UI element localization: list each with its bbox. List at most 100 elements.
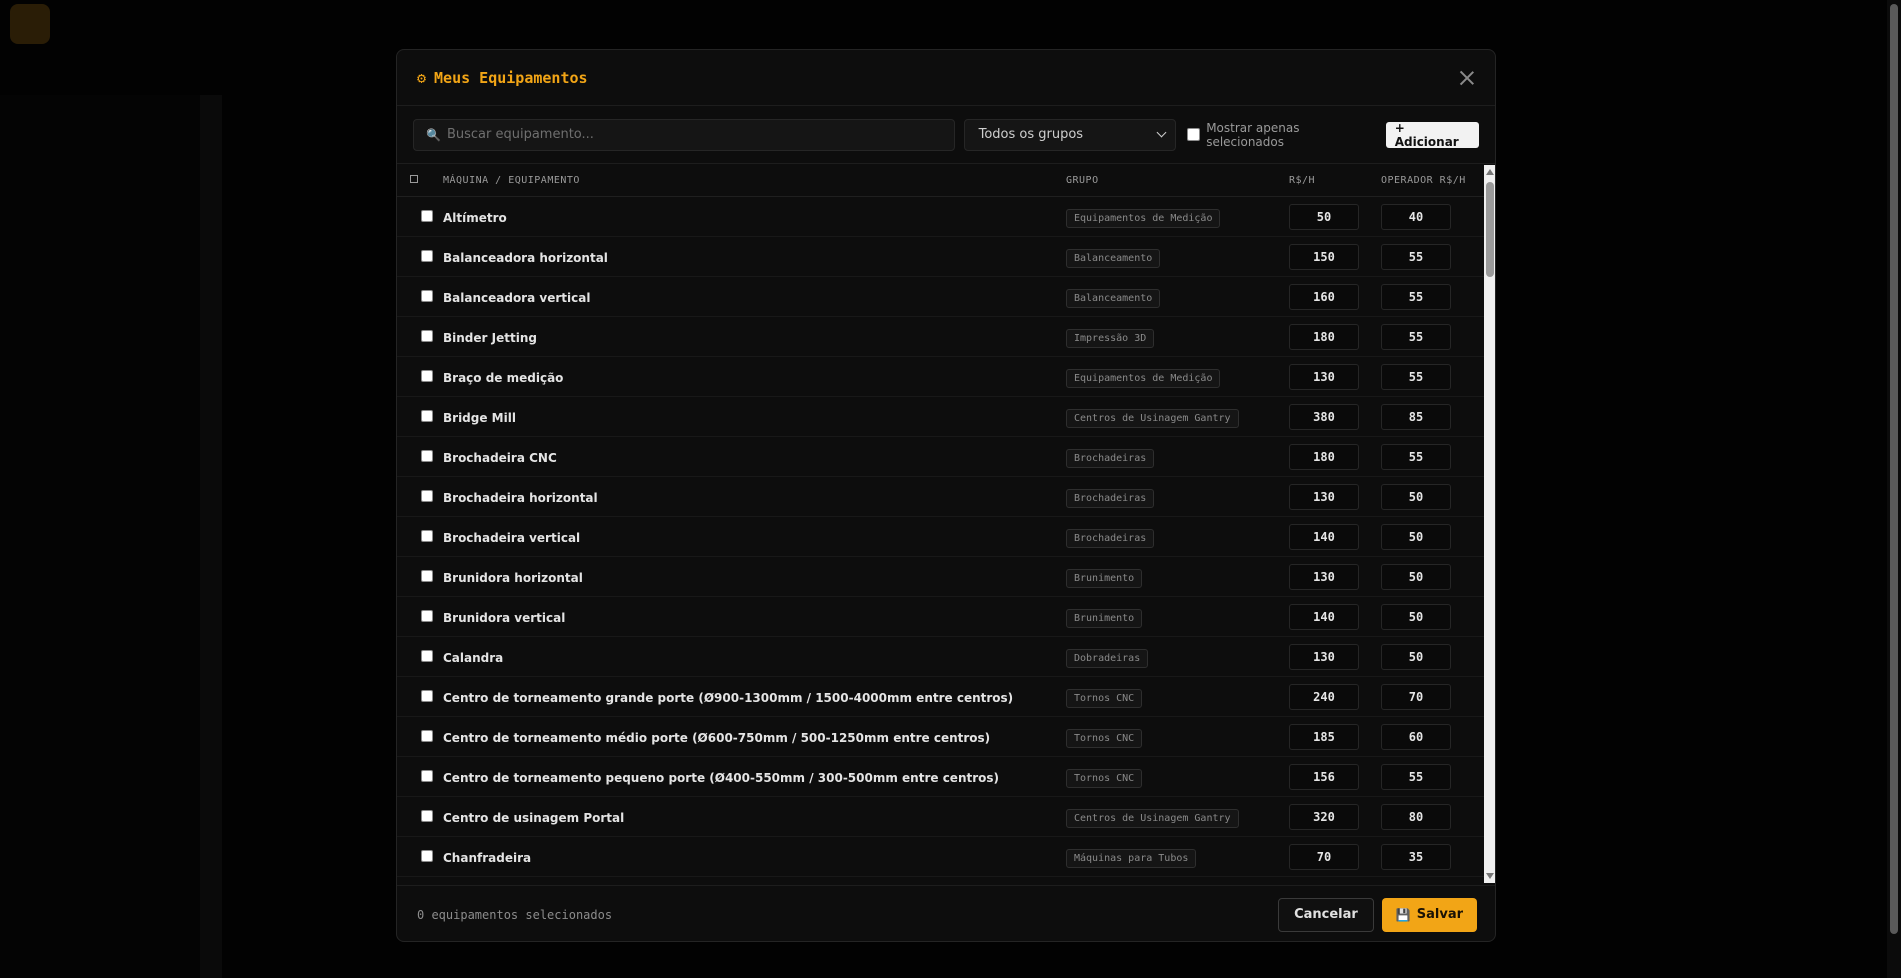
- cancel-button[interactable]: Cancelar: [1278, 897, 1374, 932]
- column-header-group[interactable]: GRUPO: [1066, 175, 1289, 186]
- row-checkbox[interactable]: [421, 250, 433, 262]
- row-checkbox[interactable]: [421, 810, 433, 822]
- operator-rate-input[interactable]: 60: [1381, 723, 1451, 750]
- operator-rate-input[interactable]: 55: [1381, 763, 1451, 790]
- rate-input[interactable]: 50: [1289, 203, 1359, 230]
- group-badge: Brunimento: [1066, 608, 1143, 628]
- rate-input[interactable]: 130: [1289, 363, 1359, 390]
- show-selected-toggle[interactable]: Mostrar apenas selecionados: [1187, 121, 1374, 149]
- table-row[interactable]: Altímetro Equipamentos de Medição 50 40: [397, 197, 1484, 237]
- table-row[interactable]: Brochadeira horizontal Brochadeiras 130 50: [397, 477, 1484, 517]
- row-operator-cell: 50: [1381, 563, 1481, 590]
- save-button[interactable]: 💾 Salvar: [1381, 897, 1477, 932]
- scroll-down-icon[interactable]: [1486, 873, 1494, 879]
- table-row[interactable]: Chanfradeira Máquinas para Tubos 70 35: [397, 837, 1484, 877]
- row-group-cell: Equipamentos de Medição: [1066, 206, 1289, 228]
- rate-input[interactable]: 180: [1289, 443, 1359, 470]
- page-scrollbar-thumb[interactable]: [1890, 4, 1898, 934]
- row-rate-cell: 130: [1289, 643, 1381, 670]
- row-checkbox[interactable]: [421, 850, 433, 862]
- rate-input[interactable]: 70: [1289, 843, 1359, 870]
- table-row[interactable]: Centro de torneamento pequeno porte (Ø40…: [397, 757, 1484, 797]
- group-filter-select[interactable]: Todos os grupos: [963, 118, 1177, 151]
- table-row[interactable]: Centro de usinagem Portal Centros de Usin…: [397, 797, 1484, 837]
- table-row[interactable]: Centro de torneamento médio porte (Ø600-…: [397, 717, 1484, 757]
- operator-rate-input[interactable]: 80: [1381, 803, 1451, 830]
- rate-input[interactable]: 130: [1289, 483, 1359, 510]
- row-checkbox[interactable]: [421, 410, 433, 422]
- row-name-cell: Balanceadora horizontal: [443, 247, 1066, 266]
- rate-input[interactable]: 130: [1289, 563, 1359, 590]
- row-group-cell: Brunimento: [1066, 566, 1289, 588]
- rate-input[interactable]: 156: [1289, 763, 1359, 790]
- group-badge: Centros de Usinagem Gantry: [1066, 408, 1239, 428]
- column-header-name[interactable]: MÁQUINA / EQUIPAMENTO: [443, 175, 1066, 186]
- operator-rate-input[interactable]: 55: [1381, 323, 1451, 350]
- table-row[interactable]: Bridge Mill Centros de Usinagem Gantry 380…: [397, 397, 1484, 437]
- operator-rate-input[interactable]: 55: [1381, 363, 1451, 390]
- row-checkbox[interactable]: [421, 770, 433, 782]
- table-row[interactable]: Brochadeira vertical Brochadeiras 140 50: [397, 517, 1484, 557]
- operator-rate-input[interactable]: 50: [1381, 643, 1451, 670]
- row-name-cell: Braço de medição: [443, 367, 1066, 386]
- table-scrollbar[interactable]: [1484, 165, 1495, 883]
- row-checkbox[interactable]: [421, 610, 433, 622]
- operator-rate-input[interactable]: 50: [1381, 603, 1451, 630]
- rate-input[interactable]: 160: [1289, 283, 1359, 310]
- rate-input[interactable]: 380: [1289, 403, 1359, 430]
- rate-input[interactable]: 180: [1289, 323, 1359, 350]
- row-checkbox[interactable]: [421, 730, 433, 742]
- rate-input[interactable]: 150: [1289, 243, 1359, 270]
- row-group-cell: Balanceamento: [1066, 246, 1289, 268]
- column-header-rate[interactable]: R$/H: [1289, 175, 1381, 186]
- table-row[interactable]: Braço de medição Equipamentos de Medição 1…: [397, 357, 1484, 397]
- table-row[interactable]: Brochadeira CNC Brochadeiras 180 55: [397, 437, 1484, 477]
- table-row[interactable]: Calandra Dobradeiras 130 50: [397, 637, 1484, 677]
- row-checkbox[interactable]: [421, 290, 433, 302]
- select-all-checkbox[interactable]: [410, 175, 418, 183]
- rate-input[interactable]: 240: [1289, 683, 1359, 710]
- operator-rate-input[interactable]: 55: [1381, 443, 1451, 470]
- operator-rate-input[interactable]: 50: [1381, 483, 1451, 510]
- scroll-up-icon[interactable]: [1486, 169, 1494, 175]
- table-row[interactable]: Balanceadora horizontal Balanceamento 150 5…: [397, 237, 1484, 277]
- table-row[interactable]: Brunidora horizontal Brunimento 130 50: [397, 557, 1484, 597]
- rate-input[interactable]: 140: [1289, 523, 1359, 550]
- table-scrollbar-thumb[interactable]: [1486, 182, 1494, 277]
- row-rate-cell: 130: [1289, 563, 1381, 590]
- rate-input[interactable]: 185: [1289, 723, 1359, 750]
- add-button[interactable]: + Adicionar: [1385, 121, 1479, 149]
- rate-input[interactable]: 320: [1289, 803, 1359, 830]
- page-scrollbar[interactable]: [1887, 0, 1901, 978]
- operator-rate-input[interactable]: 70: [1381, 683, 1451, 710]
- table-row[interactable]: Binder Jetting Impressão 3D 180 55: [397, 317, 1484, 357]
- row-name-cell: Centro de usinagem Portal: [443, 807, 1066, 826]
- row-checkbox[interactable]: [421, 450, 433, 462]
- operator-rate-input[interactable]: 55: [1381, 243, 1451, 270]
- show-selected-checkbox[interactable]: [1187, 128, 1201, 141]
- rate-input[interactable]: 140: [1289, 603, 1359, 630]
- operator-rate-input[interactable]: 35: [1381, 843, 1451, 870]
- row-checkbox[interactable]: [421, 690, 433, 702]
- group-badge: Equipamentos de Medição: [1066, 208, 1221, 228]
- operator-rate-input[interactable]: 55: [1381, 283, 1451, 310]
- operator-rate-input[interactable]: 50: [1381, 523, 1451, 550]
- rate-input[interactable]: 130: [1289, 643, 1359, 670]
- row-checkbox[interactable]: [421, 330, 433, 342]
- table-row[interactable]: Centro de torneamento grande porte (Ø900…: [397, 677, 1484, 717]
- operator-rate-input[interactable]: 40: [1381, 203, 1451, 230]
- table-row[interactable]: Balanceadora vertical Balanceamento 160 55: [397, 277, 1484, 317]
- row-checkbox[interactable]: [421, 210, 433, 222]
- table-row[interactable]: Brunidora vertical Brunimento 140 50: [397, 597, 1484, 637]
- search-input[interactable]: [446, 127, 942, 142]
- close-icon[interactable]: [1457, 68, 1477, 88]
- operator-rate-input[interactable]: 50: [1381, 563, 1451, 590]
- row-checkbox[interactable]: [421, 530, 433, 542]
- row-checkbox[interactable]: [421, 370, 433, 382]
- row-checkbox[interactable]: [421, 650, 433, 662]
- search-box[interactable]: 🔍: [413, 118, 955, 151]
- operator-rate-input[interactable]: 85: [1381, 403, 1451, 430]
- column-header-operator[interactable]: OPERADOR R$/H: [1381, 175, 1481, 186]
- row-checkbox[interactable]: [421, 490, 433, 502]
- row-checkbox[interactable]: [421, 570, 433, 582]
